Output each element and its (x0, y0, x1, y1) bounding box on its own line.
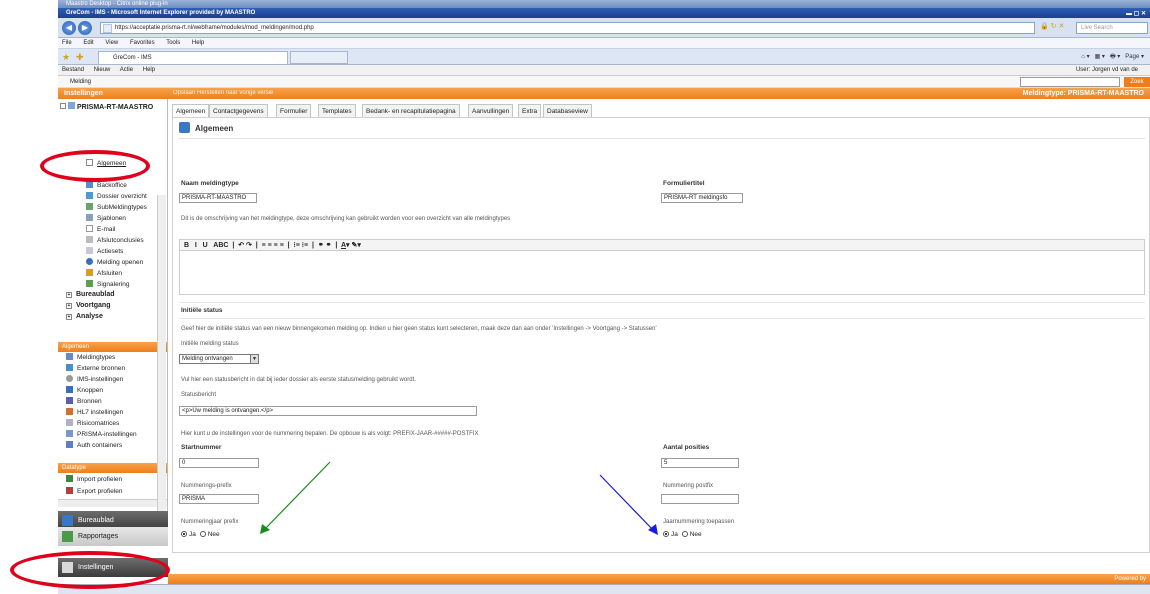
annotation-arrows (260, 461, 658, 535)
blue-arrow-line (599, 474, 655, 532)
green-arrow-line (263, 461, 331, 531)
